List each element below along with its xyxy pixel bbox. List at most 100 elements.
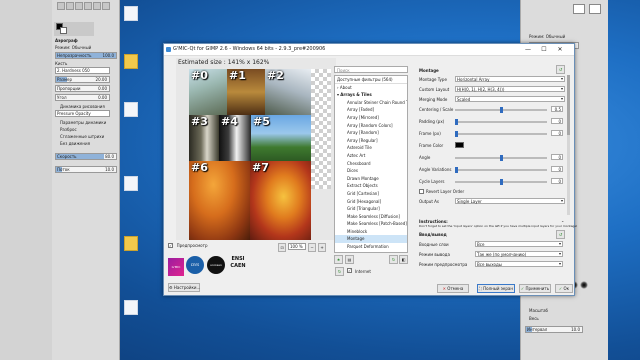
param-number-input[interactable]: 0 (551, 154, 563, 160)
filter-item[interactable]: Parquet Deformation (335, 243, 407, 251)
background-color[interactable] (60, 27, 67, 34)
filter-item[interactable]: Aztec Art (335, 152, 407, 160)
filter-item[interactable]: Puzzle (335, 251, 407, 253)
color-swatches[interactable] (54, 22, 94, 36)
param-slider-track[interactable] (455, 179, 547, 185)
preview-checkbox-row[interactable]: Предпросмотр (168, 243, 228, 250)
desktop-file-icon[interactable] (124, 300, 138, 315)
desktop-file-icon[interactable] (124, 176, 138, 191)
desktop-file-icon[interactable] (124, 102, 138, 117)
param-slider-knob[interactable] (500, 107, 503, 113)
param-slider-knob[interactable] (500, 179, 503, 185)
refresh-icon[interactable]: ↻ (389, 255, 398, 264)
io-reset-icon[interactable]: ↺ (556, 230, 565, 239)
cancel-button[interactable]: ✕ Отмена (437, 284, 469, 293)
param-slider-knob[interactable] (500, 155, 503, 161)
preview-pane[interactable]: Estimated size : 141% x 162% #0 #1 #2 #3… (176, 58, 336, 240)
desktop-file-icon[interactable] (124, 6, 138, 21)
filter-search-input[interactable]: Поиск (334, 66, 408, 73)
minimize-button[interactable]: — (522, 45, 534, 55)
filter-item[interactable]: Grid [Hexagonal] (335, 198, 407, 206)
ok-button[interactable]: ✓ Ок (555, 284, 573, 293)
opacity-slider[interactable]: Непрозрачность 100.0 (55, 52, 117, 59)
filter-tree[interactable]: Доступные фильтры (564) › About ▾ Arrays … (334, 75, 408, 253)
params-scrollbar[interactable] (567, 75, 570, 215)
option-smooth[interactable]: Сглаженные штрихи (60, 134, 104, 139)
param-slider-track[interactable] (455, 107, 547, 113)
instructions-expand-icon[interactable]: ⌄ (561, 218, 564, 223)
option-scatter[interactable]: Разброс (60, 127, 77, 132)
param-slider-knob[interactable] (455, 131, 458, 137)
param-select[interactable]: Scaled (455, 96, 565, 102)
param-select[interactable]: Single Layer (455, 198, 565, 204)
revert-layer-checkbox[interactable] (419, 189, 424, 194)
brush-name-field[interactable]: 2. Hardness 050 (55, 67, 110, 74)
tool-icon[interactable] (75, 2, 83, 10)
io-select[interactable]: Все (475, 241, 563, 247)
update-icon[interactable]: ↻ (335, 267, 344, 276)
param-slider-knob[interactable] (455, 167, 458, 173)
brush-preview-icon[interactable] (580, 281, 588, 289)
filter-item[interactable]: Grid [Triangular] (335, 205, 407, 213)
zoom-out-icon[interactable]: − (308, 243, 316, 252)
tool-icon[interactable] (84, 2, 92, 10)
param-number-input[interactable]: 0 (551, 166, 563, 172)
expand-icon[interactable]: ▤ (345, 255, 354, 264)
filter-item[interactable]: Make Seamless [Patch-Based] (335, 220, 407, 228)
filter-item[interactable]: Dices (335, 167, 407, 175)
mode-label[interactable]: Режим: Обычный (55, 45, 91, 50)
param-slider-track[interactable] (455, 155, 547, 161)
maximize-button[interactable]: ☐ (538, 45, 550, 55)
filter-item[interactable]: Extract Objects (335, 182, 407, 190)
filter-item[interactable]: Array [Regular] (335, 137, 407, 145)
filter-item[interactable]: Array [Faded] (335, 106, 407, 114)
frame-color-swatch[interactable] (455, 142, 464, 148)
reset-params-icon[interactable]: ↺ (556, 65, 565, 74)
tool-icon[interactable] (66, 2, 74, 10)
io-select[interactable]: Так же (по умолчанию) (475, 251, 563, 257)
zoom-value[interactable]: 100 % (288, 243, 306, 250)
add-fave-icon[interactable]: ★ (334, 255, 343, 264)
param-number-input[interactable]: 0 (551, 178, 563, 184)
angle-slider[interactable]: Угол 0.00 (55, 94, 110, 101)
filter-item[interactable]: Array [Random] (335, 129, 407, 137)
param-text-input[interactable]: H(H(0, 1), H(2, H(3, 4))) (455, 86, 565, 92)
title-bar[interactable]: G'MIC-Qt for GIMP 2.6 - Windows 64 bits … (164, 44, 574, 56)
zoom-fit-icon[interactable]: ⊡ (278, 243, 286, 252)
filter-item[interactable]: Annular Steiner Chain Round Tile (335, 99, 407, 107)
dynamics-name-field[interactable]: Pressure Opacity (55, 110, 110, 117)
filter-item[interactable]: Montage (335, 235, 407, 244)
layer-thumb-icon[interactable] (573, 4, 585, 14)
param-number-input[interactable]: 0.5 (551, 106, 563, 112)
interval-slider[interactable]: Интервал 10.0 (525, 326, 583, 333)
internet-checkbox[interactable] (347, 268, 352, 273)
filter-category[interactable]: ▾ Arrays & Tiles (335, 91, 407, 99)
size-slider[interactable]: Размер 20.00 (55, 76, 110, 83)
internet-row[interactable]: ↻ Internet (335, 267, 405, 276)
filter-item[interactable]: Array [Random Colors] (335, 122, 407, 130)
fullscreen-button[interactable]: ⛶ Полный экран (477, 284, 515, 293)
layer-thumb-icon[interactable] (589, 4, 601, 14)
filter-item[interactable]: Drawn Montage (335, 175, 407, 183)
rate-slider[interactable]: Скорость 80.0 (55, 153, 117, 160)
filter-item[interactable]: Mineblock (335, 228, 407, 236)
settings-button[interactable]: ⚙ Настройки... (168, 283, 200, 292)
tool-icon[interactable] (93, 2, 101, 10)
params-scrollbar-thumb[interactable] (567, 75, 570, 135)
option-nomotion[interactable]: Без движения (60, 141, 90, 146)
param-slider-knob[interactable] (455, 119, 458, 125)
param-slider-track[interactable] (455, 167, 547, 173)
close-button[interactable]: ✕ (554, 45, 566, 55)
param-select[interactable]: Horizontal Array (455, 76, 565, 82)
zoom-in-icon[interactable]: + (318, 243, 326, 252)
desktop-folder-icon[interactable] (124, 54, 138, 69)
param-slider-track[interactable] (455, 119, 547, 125)
ratio-slider[interactable]: Пропорции 0.00 (55, 85, 110, 92)
param-slider-track[interactable] (455, 131, 547, 137)
tool-icon[interactable] (57, 2, 65, 10)
filter-item[interactable]: Chessboard (335, 160, 407, 168)
desktop-folder-icon[interactable] (124, 236, 138, 251)
option-dynamics[interactable]: Параметры динамики (60, 120, 106, 125)
dock-mode-label[interactable]: Режим: Обычный (529, 34, 565, 39)
tool-icon[interactable] (102, 2, 110, 10)
